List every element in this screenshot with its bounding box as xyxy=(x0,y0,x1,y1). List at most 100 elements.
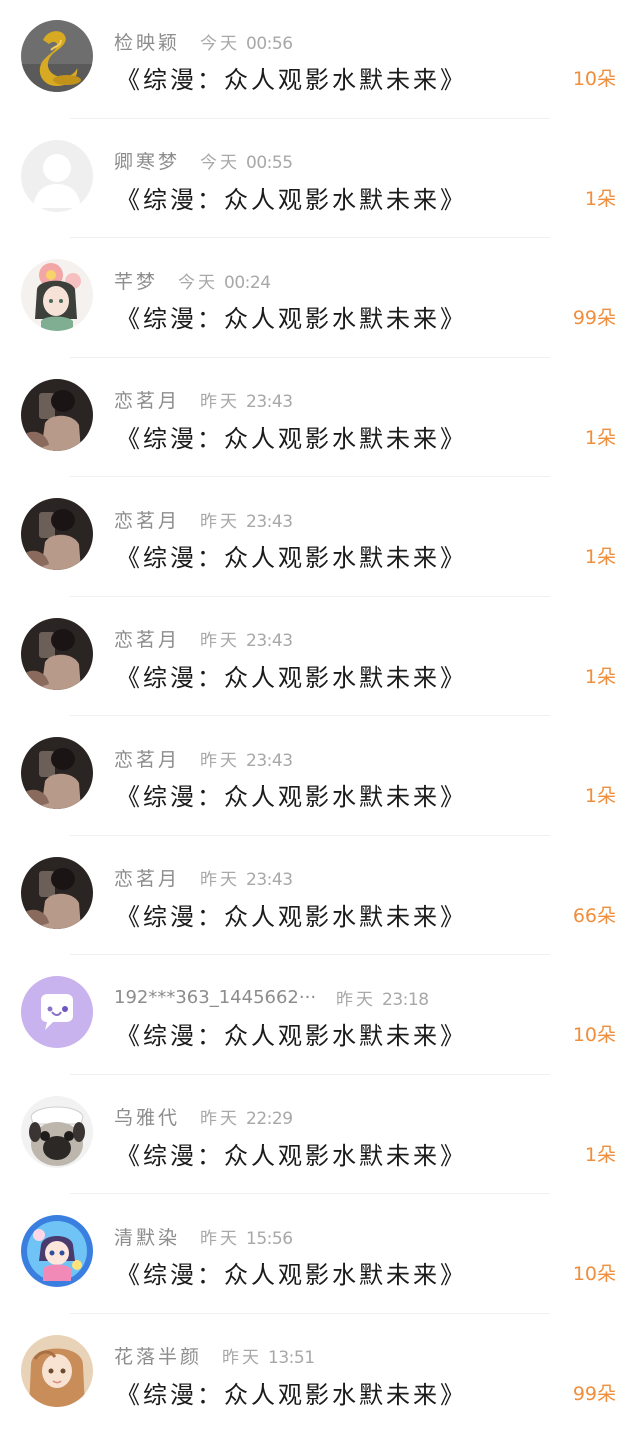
gift-record-row[interactable]: 芊梦 今天 00:24 《综漫：众人观影水默未来》 99朵 xyxy=(0,239,640,359)
row-divider xyxy=(70,595,550,597)
dark-photo-avatar-icon[interactable] xyxy=(21,498,93,570)
flower-count: 99朵 xyxy=(572,1382,616,1405)
day-label: 昨天 xyxy=(336,989,377,1010)
gift-record-row[interactable]: 花落半颜 昨天 13:51 《综漫：众人观影水默未来》 99朵 xyxy=(0,1315,640,1434)
day-label: 昨天 xyxy=(222,1348,263,1368)
timestamp: 今天 00:56 xyxy=(200,29,293,54)
clock-time: 00:55 xyxy=(246,153,293,173)
dark-photo-avatar-icon[interactable] xyxy=(21,378,93,451)
default-person-avatar-icon[interactable] xyxy=(21,139,93,212)
clock-time: 23:43 xyxy=(246,631,293,651)
pug-dog-avatar-icon[interactable] xyxy=(21,1095,93,1168)
clock-time: 23:43 xyxy=(246,511,293,532)
book-title[interactable]: 《综漫：众人观影水默未来》 xyxy=(116,1375,467,1410)
gift-record-row[interactable]: 恋茗月 昨天 23:43 《综漫：众人观影水默未来》 1朵 xyxy=(0,478,640,598)
book-title[interactable]: 《综漫：众人观影水默未来》 xyxy=(116,1016,467,1051)
flower-count: 1朵 xyxy=(584,665,616,688)
username[interactable]: 卿寒梦 xyxy=(114,147,180,174)
book-title[interactable]: 《综漫：众人观影水默未来》 xyxy=(116,180,467,215)
book-title[interactable]: 《综漫：众人观影水默未来》 xyxy=(116,419,467,454)
gift-record-row[interactable]: 恋茗月 昨天 23:43 《综漫：众人观影水默未来》 66朵 xyxy=(0,837,640,957)
timestamp: 昨天 23:43 xyxy=(200,626,293,651)
day-label: 昨天 xyxy=(200,631,241,651)
gift-record-row[interactable]: 192***363_1445662··· 昨天 23:18 《综漫：众人观影水默未… xyxy=(0,956,640,1076)
anime-girl-avatar-icon[interactable] xyxy=(21,1334,93,1407)
username[interactable]: 恋茗月 xyxy=(114,625,180,652)
clock-time: 13:51 xyxy=(268,1348,315,1368)
flower-count: 1朵 xyxy=(584,1143,616,1166)
book-title[interactable]: 《综漫：众人观影水默未来》 xyxy=(116,1136,467,1171)
gift-record-row[interactable]: 乌雅代 昨天 22:29 《综漫：众人观影水默未来》 1朵 xyxy=(0,1076,640,1196)
timestamp: 昨天 23:43 xyxy=(200,746,293,771)
day-label: 昨天 xyxy=(200,511,241,532)
gift-record-row[interactable]: 检映颖 今天 00:56 《综漫：众人观影水默未来》 10朵 xyxy=(0,0,640,120)
day-label: 昨天 xyxy=(200,1228,241,1249)
golden-snake-statue-avatar-icon[interactable] xyxy=(21,20,93,92)
username[interactable]: 恋茗月 xyxy=(114,506,180,533)
gift-meta: 芊梦 今天 00:24 xyxy=(114,267,271,293)
day-label: 今天 xyxy=(178,272,219,293)
row-divider xyxy=(70,476,550,477)
username[interactable]: 芊梦 xyxy=(114,267,158,294)
timestamp: 昨天 22:29 xyxy=(200,1104,293,1129)
row-divider xyxy=(70,356,550,358)
gift-record-row[interactable]: 恋茗月 昨天 23:43 《综漫：众人观影水默未来》 1朵 xyxy=(0,717,640,837)
flower-count: 1朵 xyxy=(584,785,616,807)
clock-time: 00:24 xyxy=(224,272,271,293)
book-title[interactable]: 《综漫：众人观影水默未来》 xyxy=(116,299,467,334)
row-divider xyxy=(70,1193,550,1194)
username[interactable]: 恋茗月 xyxy=(114,864,180,891)
gift-record-row[interactable]: 恋茗月 昨天 23:43 《综漫：众人观影水默未来》 1朵 xyxy=(0,598,640,718)
book-title[interactable]: 《综漫：众人观影水默未来》 xyxy=(116,897,467,932)
timestamp: 昨天 23:18 xyxy=(336,985,429,1010)
clock-time: 23:18 xyxy=(382,989,429,1010)
username[interactable]: 检映颖 xyxy=(114,28,180,55)
gift-meta: 192***363_1445662··· 昨天 23:18 xyxy=(114,984,429,1010)
flower-count: 10朵 xyxy=(572,68,616,90)
gift-record-row[interactable]: 清默染 昨天 15:56 《综漫：众人观影水默未来》 10朵 xyxy=(0,1195,640,1315)
gift-record-row[interactable]: 卿寒梦 今天 00:55 《综漫：众人观影水默未来》 1朵 xyxy=(0,120,640,240)
gift-meta: 恋茗月 昨天 23:43 xyxy=(114,865,293,891)
flower-count: 1朵 xyxy=(584,426,616,449)
timestamp: 昨天 15:56 xyxy=(200,1224,293,1249)
gift-record-list: 检映颖 今天 00:56 《综漫：众人观影水默未来》 10朵 卿寒梦 今天 00:5… xyxy=(0,0,640,1434)
username[interactable]: 恋茗月 xyxy=(114,745,180,772)
username[interactable]: 恋茗月 xyxy=(114,386,180,413)
gift-meta: 恋茗月 昨天 23:43 xyxy=(114,626,293,652)
day-label: 今天 xyxy=(200,33,241,54)
anime-chibi-avatar-icon[interactable] xyxy=(21,1215,93,1287)
row-divider xyxy=(70,1073,550,1075)
chat-bubble-avatar-icon[interactable] xyxy=(21,976,93,1048)
day-label: 今天 xyxy=(200,153,241,173)
username[interactable]: 192***363_1445662··· xyxy=(114,987,316,1008)
book-title[interactable]: 《综漫：众人观影水默未来》 xyxy=(116,658,467,693)
book-title[interactable]: 《综漫：众人观影水默未来》 xyxy=(116,777,467,812)
book-title[interactable]: 《综漫：众人观影水默未来》 xyxy=(116,1255,467,1290)
dark-photo-avatar-icon[interactable] xyxy=(21,737,93,809)
flower-count: 99朵 xyxy=(572,307,616,329)
anime-girl-flower-avatar-icon[interactable] xyxy=(21,259,93,331)
day-label: 昨天 xyxy=(200,1109,241,1129)
row-divider xyxy=(70,715,550,716)
gift-record-row[interactable]: 恋茗月 昨天 23:43 《综漫：众人观影水默未来》 1朵 xyxy=(0,359,640,479)
gift-meta: 恋茗月 昨天 23:43 xyxy=(114,387,293,413)
row-divider xyxy=(70,1312,550,1314)
timestamp: 昨天 23:43 xyxy=(200,507,293,532)
username[interactable]: 清默染 xyxy=(114,1223,180,1250)
flower-count: 1朵 xyxy=(584,187,616,210)
timestamp: 今天 00:55 xyxy=(200,148,293,173)
clock-time: 23:43 xyxy=(246,870,293,890)
book-title[interactable]: 《综漫：众人观影水默未来》 xyxy=(116,60,467,95)
dark-photo-avatar-icon[interactable] xyxy=(21,856,93,929)
clock-time: 23:43 xyxy=(246,392,293,412)
book-title[interactable]: 《综漫：众人观影水默未来》 xyxy=(116,538,467,573)
username[interactable]: 花落半颜 xyxy=(114,1342,202,1369)
gift-meta: 清默染 昨天 15:56 xyxy=(114,1223,293,1249)
username[interactable]: 乌雅代 xyxy=(114,1103,180,1130)
flower-count: 66朵 xyxy=(572,904,616,927)
clock-time: 00:56 xyxy=(246,33,293,54)
dark-photo-avatar-icon[interactable] xyxy=(21,617,93,690)
gift-meta: 乌雅代 昨天 22:29 xyxy=(114,1104,293,1130)
gift-meta: 检映颖 今天 00:56 xyxy=(114,28,293,54)
gift-meta: 恋茗月 昨天 23:43 xyxy=(114,745,293,771)
